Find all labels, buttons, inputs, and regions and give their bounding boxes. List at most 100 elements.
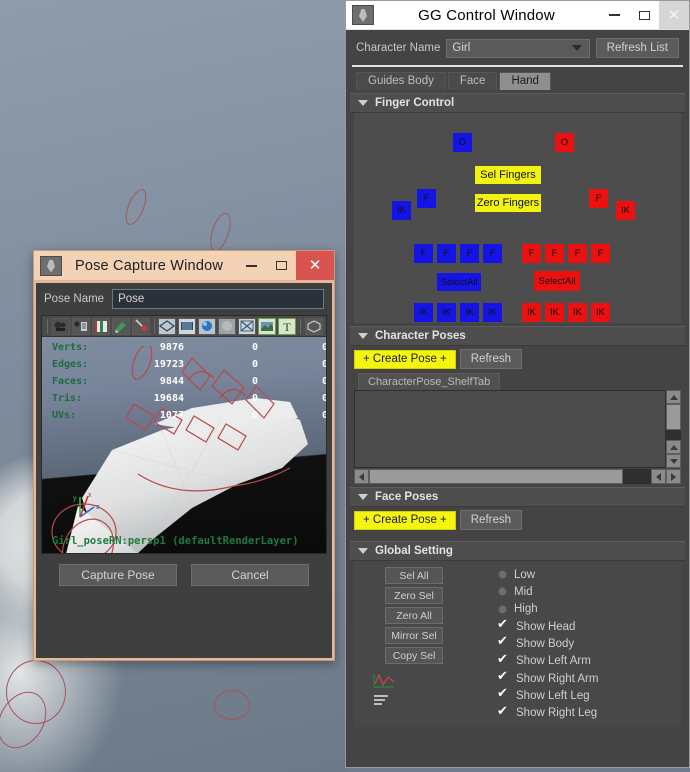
graph-editor-icon[interactable]: [372, 671, 398, 689]
finger-control-button-blue-ik-19[interactable]: IK: [437, 303, 456, 322]
pose-name-input[interactable]: Pose: [112, 289, 324, 309]
hscroll-track[interactable]: [623, 469, 651, 484]
checkbox-show-right-arm[interactable]: Show Right Arm: [497, 669, 681, 686]
finger-control-button-blue-f-10[interactable]: F: [460, 244, 479, 263]
global-setting-header[interactable]: Global Setting: [350, 541, 685, 561]
camera-attributes-icon[interactable]: [71, 317, 90, 335]
finger-control-button-red-f-14[interactable]: F: [568, 244, 587, 263]
scroll-track[interactable]: [666, 430, 681, 440]
camera-icon[interactable]: [51, 317, 70, 335]
scroll-thumb[interactable]: [666, 404, 681, 430]
radio-low[interactable]: Low: [498, 567, 681, 582]
radio-icon: [498, 604, 507, 614]
refresh-face-poses-button[interactable]: Refresh: [459, 510, 523, 530]
checkbox-show-left-leg[interactable]: Show Left Leg: [497, 686, 681, 703]
character-name-dropdown[interactable]: Girl: [446, 38, 590, 58]
tab-hand[interactable]: Hand: [499, 72, 551, 90]
scroll-page-up-button[interactable]: [666, 440, 681, 454]
scroll-down-button[interactable]: [666, 454, 681, 468]
finger-control-button-blue-o-0[interactable]: O: [453, 133, 472, 152]
paint-icon[interactable]: [111, 317, 130, 335]
flat-shade-icon[interactable]: [218, 317, 237, 335]
tab-face[interactable]: Face: [447, 72, 498, 90]
finger-control-button-blue-ik-20[interactable]: IK: [460, 303, 479, 322]
close-button[interactable]: ✕: [659, 1, 689, 29]
finger-control-button-red-ik-24[interactable]: IK: [568, 303, 587, 322]
refresh-list-button[interactable]: Refresh List: [595, 38, 679, 58]
gg-window-titlebar[interactable]: GG Control Window ✕: [346, 1, 689, 30]
finger-control-button-red-f-6[interactable]: F: [589, 189, 608, 208]
checkbox-show-left-arm[interactable]: Show Left Arm: [497, 652, 681, 669]
finger-control-button-blue-selectall-16[interactable]: SelectAll: [437, 273, 481, 291]
model-viewport[interactable]: T Verts: 9876 0 0 Edges: 19723 0: [41, 315, 327, 554]
finger-control-button-red-ik-7[interactable]: IK: [616, 201, 635, 220]
close-button[interactable]: ✕: [296, 251, 334, 280]
text-icon[interactable]: T: [278, 317, 297, 335]
mirror-sel-button[interactable]: Mirror Sel: [385, 627, 443, 644]
tab-guides-body[interactable]: Guides Body: [356, 72, 446, 90]
create-face-pose-button[interactable]: + Create Pose +: [354, 510, 456, 530]
gg-window-controls: ✕: [599, 1, 689, 29]
checkbox-show-head[interactable]: Show Head: [497, 617, 681, 634]
xray-icon[interactable]: [238, 317, 257, 335]
finger-control-button-blue-ik-18[interactable]: IK: [414, 303, 433, 322]
finger-control-button-red-f-15[interactable]: F: [591, 244, 610, 263]
finger-control-button-blue-f-11[interactable]: F: [483, 244, 502, 263]
copy-sel-button[interactable]: Copy Sel: [385, 647, 443, 664]
hscroll-thumb[interactable]: [369, 469, 623, 484]
finger-control-button-blue-ik-21[interactable]: IK: [483, 303, 502, 322]
checkbox-show-body[interactable]: Show Body: [497, 634, 681, 651]
shelf-horizontal-scrollbar[interactable]: [354, 469, 681, 484]
maximize-button[interactable]: [266, 251, 296, 280]
finger-control-button-blue-ik-5[interactable]: IK: [392, 201, 411, 220]
shelf-vertical-scrollbar[interactable]: [666, 390, 681, 468]
smooth-shade-icon[interactable]: [198, 317, 217, 335]
refresh-character-poses-button[interactable]: Refresh: [459, 349, 523, 369]
scroll-left-button[interactable]: [354, 469, 369, 484]
finger-control-button-red-o-1[interactable]: O: [555, 133, 574, 152]
finger-control-button-red-f-12[interactable]: F: [522, 244, 541, 263]
character-poses-header[interactable]: Character Poses: [350, 326, 685, 346]
texture-icon[interactable]: [258, 317, 277, 335]
character-pose-shelf-canvas[interactable]: [354, 390, 666, 468]
finger-control-button-blue-f-4[interactable]: F: [417, 189, 436, 208]
finger-control-button-red-selectall-17[interactable]: SelectAll: [534, 271, 580, 291]
triangle-down-icon: [358, 548, 368, 554]
hardware-texture-icon[interactable]: [178, 317, 197, 335]
radio-mid[interactable]: Mid: [498, 584, 681, 599]
cancel-button[interactable]: Cancel: [191, 564, 309, 586]
minimize-button[interactable]: [599, 1, 629, 29]
pose-capture-footer: Capture Pose Cancel: [36, 554, 332, 598]
cube-icon[interactable]: [305, 317, 324, 335]
finger-control-button-red-ik-23[interactable]: IK: [545, 303, 564, 322]
face-poses-header[interactable]: Face Poses: [350, 487, 685, 507]
zero-all-button[interactable]: Zero All: [385, 607, 443, 624]
finger-control-button-red-f-13[interactable]: F: [545, 244, 564, 263]
finger-control-button-blue-f-8[interactable]: F: [414, 244, 433, 263]
wireframe-shaded-icon[interactable]: [158, 317, 177, 335]
finger-control-button-blue-f-9[interactable]: F: [437, 244, 456, 263]
finger-control-button-yellow-zero-fingers-3[interactable]: Zero Fingers: [475, 194, 541, 212]
book-icon[interactable]: [91, 317, 110, 335]
finger-control-button-yellow-sel-fingers-2[interactable]: Sel Fingers: [475, 166, 541, 184]
radio-high[interactable]: High: [498, 602, 681, 617]
sel-all-button[interactable]: Sel All: [385, 567, 443, 584]
pose-capture-titlebar[interactable]: Pose Capture Window ✕: [34, 251, 334, 281]
finger-control-button-red-ik-22[interactable]: IK: [522, 303, 541, 322]
chevron-down-icon[interactable]: [565, 40, 588, 56]
finger-control-header[interactable]: Finger Control: [350, 93, 685, 113]
scroll-left-step-button[interactable]: [651, 469, 666, 484]
checkbox-show-right-leg[interactable]: Show Right Leg: [497, 704, 681, 721]
capture-pose-button[interactable]: Capture Pose: [59, 564, 177, 586]
shelf-tab-characterpose[interactable]: CharacterPose_ShelfTab: [358, 373, 501, 390]
key-icon[interactable]: [131, 317, 150, 335]
scroll-right-step-button[interactable]: [666, 469, 681, 484]
zero-sel-button[interactable]: Zero Sel: [385, 587, 443, 604]
stat-value-3: 0: [258, 376, 326, 387]
create-character-pose-button[interactable]: + Create Pose +: [354, 349, 456, 369]
scroll-up-button[interactable]: [666, 390, 681, 404]
list-icon[interactable]: [372, 692, 398, 710]
minimize-button[interactable]: [236, 251, 266, 280]
finger-control-button-red-ik-25[interactable]: IK: [591, 303, 610, 322]
maximize-button[interactable]: [629, 1, 659, 29]
